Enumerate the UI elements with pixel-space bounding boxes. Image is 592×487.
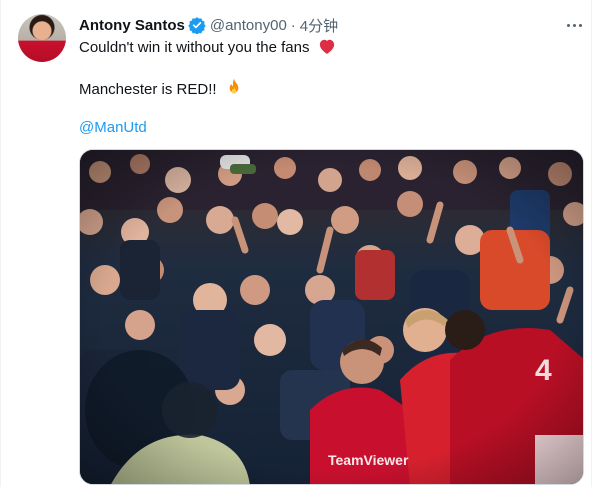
author-name[interactable]: Antony Santos: [79, 17, 185, 34]
tweet-text-2: Manchester is RED!!: [79, 81, 217, 98]
separator-dot: ·: [290, 16, 296, 34]
red-heart-emoji: [318, 38, 336, 61]
crowd-celebration-photo: 4 TeamViewer: [80, 150, 583, 484]
verified-badge-icon: [188, 16, 206, 35]
author-avatar[interactable]: [18, 14, 66, 62]
tweet-timestamp[interactable]: 4分钟: [300, 15, 338, 36]
mention-link[interactable]: @ManUtd: [79, 118, 147, 138]
more-options-icon[interactable]: [563, 14, 585, 36]
fire-emoji: [225, 78, 243, 103]
tweet-header: Antony Santos @antony00 · 4分钟: [79, 15, 338, 35]
tweet-text-1: Couldn't win it without you the fans: [79, 39, 310, 56]
tweet-text-line-1: Couldn't win it without you the fans: [79, 38, 336, 61]
tweet-text-line-2: Manchester is RED!!: [79, 78, 243, 103]
author-handle[interactable]: @antony00: [210, 17, 287, 34]
tweet-card[interactable]: Antony Santos @antony00 · 4分钟 Couldn't w…: [0, 0, 592, 487]
tweet-photo[interactable]: 4 TeamViewer: [79, 149, 584, 485]
